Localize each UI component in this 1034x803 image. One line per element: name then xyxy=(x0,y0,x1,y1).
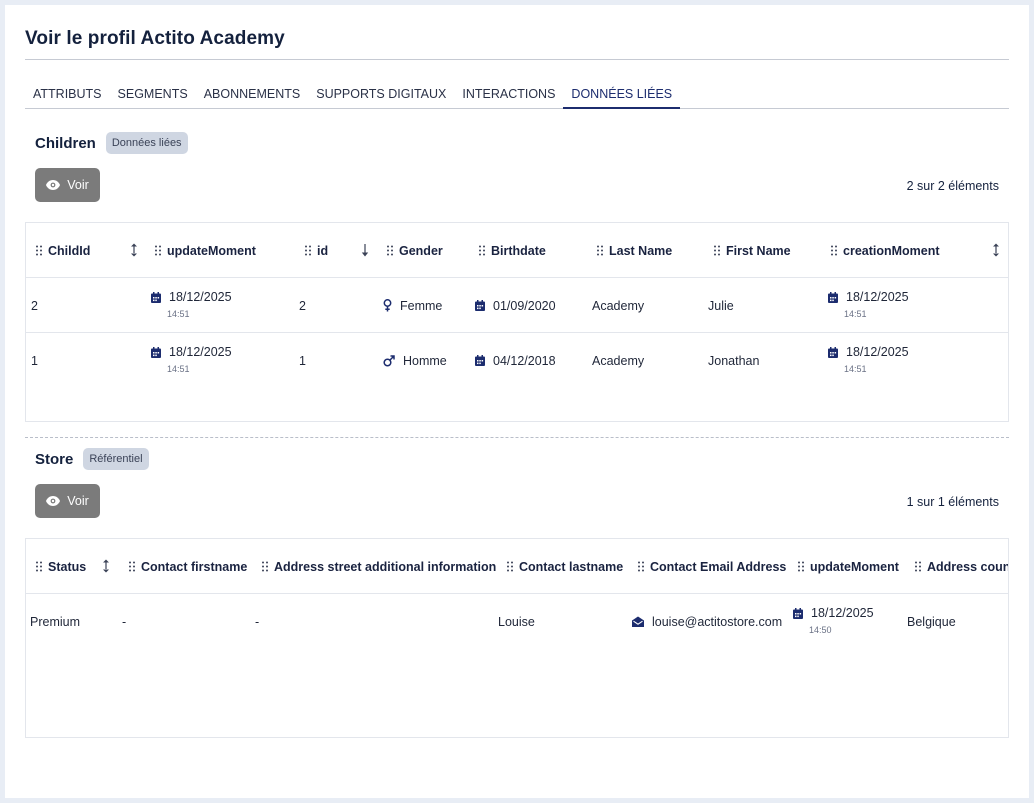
drag-handle-icon[interactable] xyxy=(305,245,311,256)
table-row[interactable]: 2 18/12/2025 14:51 2 Femme 01/09/2020 Ac… xyxy=(26,278,1008,333)
col-address-street-additional[interactable]: Address street additional information xyxy=(262,539,496,594)
table-row[interactable]: 1 18/12/2025 14:51 1 Homme 04/12/2018 Ac… xyxy=(26,333,1008,388)
cell-address-street-additional: - xyxy=(255,614,260,629)
cell-contact-firstname: - xyxy=(122,614,127,629)
calendar-icon xyxy=(475,300,485,311)
sort-both-icon[interactable] xyxy=(130,243,138,257)
col-childid[interactable]: ChildId xyxy=(36,223,90,278)
drag-handle-icon[interactable] xyxy=(387,245,393,256)
drag-handle-icon[interactable] xyxy=(129,561,135,572)
col-address-country[interactable]: Address coun xyxy=(915,539,1008,594)
col-last-name[interactable]: Last Name xyxy=(597,223,672,278)
store-section-title: Store xyxy=(35,450,74,468)
sort-both-icon[interactable] xyxy=(992,243,1000,257)
children-voir-button[interactable]: Voir xyxy=(35,168,100,202)
calendar-icon xyxy=(475,355,485,366)
eye-icon xyxy=(46,180,61,190)
children-voir-label: Voir xyxy=(67,178,89,192)
section-divider xyxy=(25,437,1009,438)
store-table: Status Contact firstname Address street … xyxy=(25,538,1009,738)
col-gender[interactable]: Gender xyxy=(387,223,443,278)
cell-id: 1 xyxy=(299,353,306,368)
drag-handle-icon[interactable] xyxy=(831,245,837,256)
cell-birthdate: 04/12/2018 xyxy=(475,333,556,388)
store-section-badge: Référentiel xyxy=(83,448,149,470)
envelope-open-icon xyxy=(632,616,644,627)
drag-handle-icon[interactable] xyxy=(36,561,42,572)
store-section-header: Store Référentiel xyxy=(35,448,149,470)
drag-handle-icon[interactable] xyxy=(36,245,42,256)
tab-donnees-liees[interactable]: DONNÉES LIÉES xyxy=(563,83,681,109)
drag-handle-icon[interactable] xyxy=(915,561,921,572)
sort-both-icon[interactable] xyxy=(102,559,110,573)
col-updatemoment[interactable]: updateMoment xyxy=(798,539,899,594)
tab-interactions[interactable]: INTERACTIONS xyxy=(454,83,563,109)
calendar-icon xyxy=(151,291,161,303)
cell-contact-email: louise@actitostore.com xyxy=(632,594,782,649)
drag-handle-icon[interactable] xyxy=(597,245,603,256)
col-contact-lastname[interactable]: Contact lastname xyxy=(507,539,623,594)
tab-abonnements[interactable]: ABONNEMENTS xyxy=(196,83,309,109)
cell-contact-lastname: Louise xyxy=(498,614,535,629)
calendar-icon xyxy=(828,291,838,303)
profile-panel: Voir le profil Actito Academy ATTRIBUTS … xyxy=(5,5,1029,798)
col-id[interactable]: id xyxy=(305,223,328,278)
cell-status: Premium xyxy=(30,614,81,629)
eye-icon xyxy=(46,496,61,506)
table-row[interactable]: Premium - - Louise louise@actitostore.co… xyxy=(26,594,1008,649)
col-birthdate[interactable]: Birthdate xyxy=(479,223,546,278)
drag-handle-icon[interactable] xyxy=(714,245,720,256)
store-voir-label: Voir xyxy=(67,494,89,508)
col-creationmoment[interactable]: creationMoment xyxy=(831,223,940,278)
cell-childid: 1 xyxy=(31,353,38,368)
children-count: 2 sur 2 éléments xyxy=(906,179,999,193)
cell-gender: Femme xyxy=(383,278,442,333)
children-section-header: Children Données liées xyxy=(35,132,188,154)
cell-birthdate: 01/09/2020 xyxy=(475,278,556,333)
col-updatemoment[interactable]: updateMoment xyxy=(155,223,256,278)
male-icon xyxy=(383,354,395,367)
drag-handle-icon[interactable] xyxy=(507,561,513,572)
children-table: ChildId updateMoment id Gender Birthdate xyxy=(25,222,1009,422)
tab-bar: ATTRIBUTS SEGMENTS ABONNEMENTS SUPPORTS … xyxy=(25,83,1009,109)
cell-first-name: Julie xyxy=(708,298,734,313)
tab-supports-digitaux[interactable]: SUPPORTS DIGITAUX xyxy=(308,83,454,109)
cell-first-name: Jonathan xyxy=(708,353,760,368)
title-divider xyxy=(25,59,1009,60)
cell-last-name: Academy xyxy=(592,298,645,313)
calendar-icon xyxy=(151,346,161,358)
col-status[interactable]: Status xyxy=(36,539,86,594)
female-icon xyxy=(383,299,392,312)
drag-handle-icon[interactable] xyxy=(262,561,268,572)
store-voir-button[interactable]: Voir xyxy=(35,484,100,518)
col-contact-firstname[interactable]: Contact firstname xyxy=(129,539,247,594)
cell-gender: Homme xyxy=(383,333,447,388)
calendar-icon xyxy=(793,607,803,619)
drag-handle-icon[interactable] xyxy=(479,245,485,256)
calendar-icon xyxy=(828,346,838,358)
sort-descending-icon[interactable] xyxy=(361,243,369,257)
col-contact-email[interactable]: Contact Email Address xyxy=(638,539,786,594)
store-count: 1 sur 1 éléments xyxy=(906,495,999,509)
cell-childid: 2 xyxy=(31,298,38,313)
col-first-name[interactable]: First Name xyxy=(714,223,791,278)
cell-last-name: Academy xyxy=(592,353,645,368)
cell-id: 2 xyxy=(299,298,306,313)
cell-address-country: Belgique xyxy=(907,614,956,629)
children-section-title: Children xyxy=(35,134,96,152)
store-table-header: Status Contact firstname Address street … xyxy=(26,539,1008,594)
children-table-header: ChildId updateMoment id Gender Birthdate xyxy=(26,223,1008,278)
drag-handle-icon[interactable] xyxy=(798,561,804,572)
tab-segments[interactable]: SEGMENTS xyxy=(110,83,196,109)
children-section-badge: Données liées xyxy=(105,132,188,154)
page-title: Voir le profil Actito Academy xyxy=(25,28,285,49)
drag-handle-icon[interactable] xyxy=(638,561,644,572)
tab-attributs[interactable]: ATTRIBUTS xyxy=(25,83,110,109)
drag-handle-icon[interactable] xyxy=(155,245,161,256)
